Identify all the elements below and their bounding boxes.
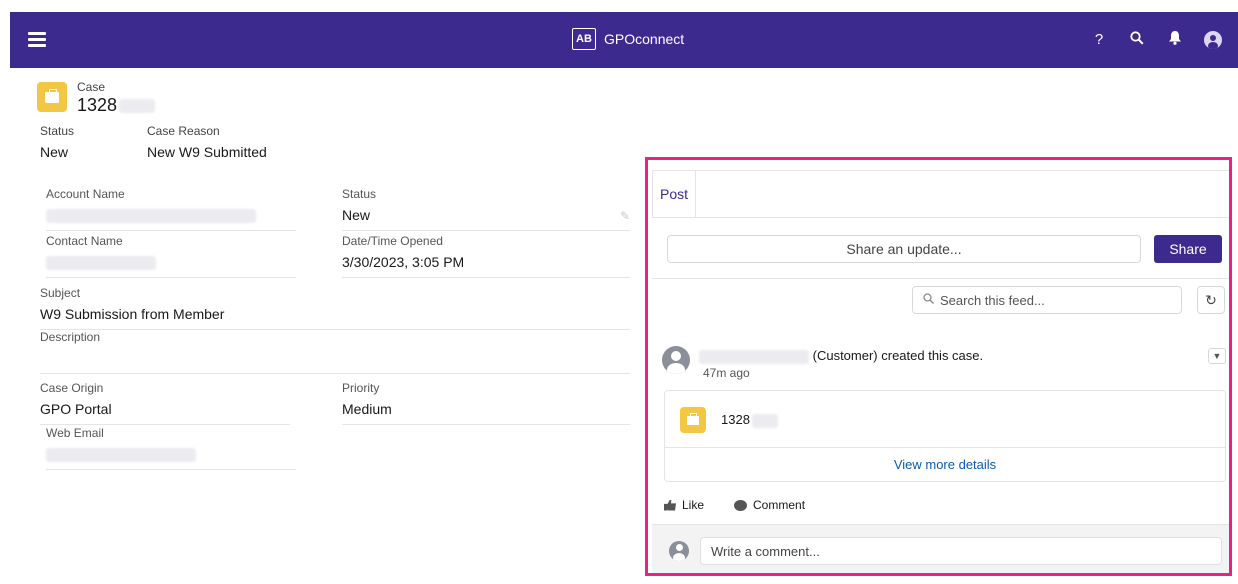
post-actions: Like Comment <box>664 498 805 512</box>
record-case-number[interactable]: 1328 <box>721 412 778 428</box>
record-type-label: Case <box>77 80 106 94</box>
current-user-avatar-icon <box>669 541 689 561</box>
bell-icon[interactable] <box>1166 30 1184 49</box>
account-name-value[interactable] <box>46 207 296 225</box>
date-opened-field: Date/Time Opened 3/30/2023, 3:05 PM <box>342 234 630 278</box>
like-label: Like <box>682 498 705 512</box>
case-origin-value: GPO Portal <box>40 401 112 417</box>
case-origin-field: Case Origin GPO Portal <box>40 381 290 425</box>
contact-name-label: Contact Name <box>46 234 123 248</box>
account-name-field: Account Name <box>46 187 296 231</box>
web-email-field: Web Email <box>46 426 296 470</box>
user-avatar-icon[interactable] <box>1204 30 1222 49</box>
share-update-input[interactable]: Share an update... <box>667 235 1141 263</box>
status-label: Status <box>342 187 377 201</box>
comment-button[interactable]: Comment <box>734 498 805 512</box>
contact-name-field: Contact Name <box>46 234 296 278</box>
feed-composer: Share an update... Share <box>652 218 1229 279</box>
case-origin-label: Case Origin <box>40 381 104 395</box>
description-field: Description <box>40 330 630 374</box>
header-reason-label: Case Reason <box>147 124 220 138</box>
refresh-feed-button[interactable]: ↻ <box>1197 286 1225 314</box>
refresh-icon: ↻ <box>1205 291 1217 308</box>
comment-bubble-icon <box>734 499 748 511</box>
brand-logo-badge: AB <box>572 28 596 50</box>
search-feed-input[interactable]: Search this feed... <box>912 286 1182 314</box>
web-email-value[interactable] <box>46 446 296 464</box>
priority-value: Medium <box>342 401 392 417</box>
help-icon[interactable]: ? <box>1090 31 1108 48</box>
chatter-feed-panel: Post Share an update... Share Search thi… <box>645 157 1232 576</box>
search-feed-placeholder: Search this feed... <box>940 292 1045 308</box>
status-value: New <box>342 207 371 223</box>
subject-label: Subject <box>40 286 81 300</box>
priority-field: Priority Medium <box>342 381 630 425</box>
description-value <box>40 350 630 368</box>
subject-field: Subject W9 Submission from Member <box>40 286 630 330</box>
post-action-text: (Customer) created this case. <box>812 348 984 363</box>
write-comment-input[interactable]: Write a comment... <box>700 537 1222 565</box>
search-icon <box>923 293 934 307</box>
share-button[interactable]: Share <box>1154 235 1222 263</box>
header-utility-icons: ? <box>1090 30 1222 49</box>
web-email-label: Web Email <box>46 426 104 440</box>
case-briefcase-icon <box>37 82 67 112</box>
contact-name-value[interactable] <box>46 254 296 272</box>
view-more-details-link[interactable]: View more details <box>665 457 1225 472</box>
priority-label: Priority <box>342 381 380 395</box>
hamburger-menu-icon[interactable] <box>28 32 46 47</box>
header-status-field: Status New <box>40 124 74 160</box>
global-header: AB GPOconnect ? <box>10 12 1238 68</box>
feed-tabs: Post <box>652 170 1229 218</box>
status-field: Status New ✎ <box>342 187 630 231</box>
header-status-label: Status <box>40 124 75 138</box>
comment-label: Comment <box>753 498 806 512</box>
app-brand[interactable]: AB GPOconnect <box>572 28 684 50</box>
post-record-card: 1328 View more details <box>664 390 1226 482</box>
brand-name: GPOconnect <box>604 31 685 47</box>
post-author-name[interactable] <box>699 349 809 364</box>
case-briefcase-icon <box>680 407 706 433</box>
header-status-value: New <box>40 144 69 160</box>
like-button[interactable]: Like <box>664 498 704 512</box>
account-name-label: Account Name <box>46 187 125 201</box>
header-reason-value: New W9 Submitted <box>147 144 267 160</box>
post-menu-chevron-down-icon[interactable]: ▼ <box>1208 348 1226 364</box>
post-header: (Customer) created this case. <box>699 348 983 364</box>
search-icon[interactable] <box>1128 30 1146 49</box>
date-opened-label: Date/Time Opened <box>342 234 443 248</box>
tab-post[interactable]: Post <box>653 171 696 217</box>
subject-value: W9 Submission from Member <box>40 306 225 322</box>
edit-pencil-icon[interactable]: ✎ <box>620 209 630 223</box>
header-reason-field: Case Reason New W9 Submitted <box>147 124 267 160</box>
description-label: Description <box>40 330 101 344</box>
post-timestamp[interactable]: 47m ago <box>703 366 750 380</box>
thumbs-up-icon <box>664 499 676 511</box>
date-opened-value: 3/30/2023, 3:05 PM <box>342 254 465 270</box>
post-author-avatar-icon[interactable] <box>662 346 690 374</box>
comment-composer: Write a comment... <box>652 524 1229 573</box>
case-number-title: 1328 <box>77 95 156 116</box>
